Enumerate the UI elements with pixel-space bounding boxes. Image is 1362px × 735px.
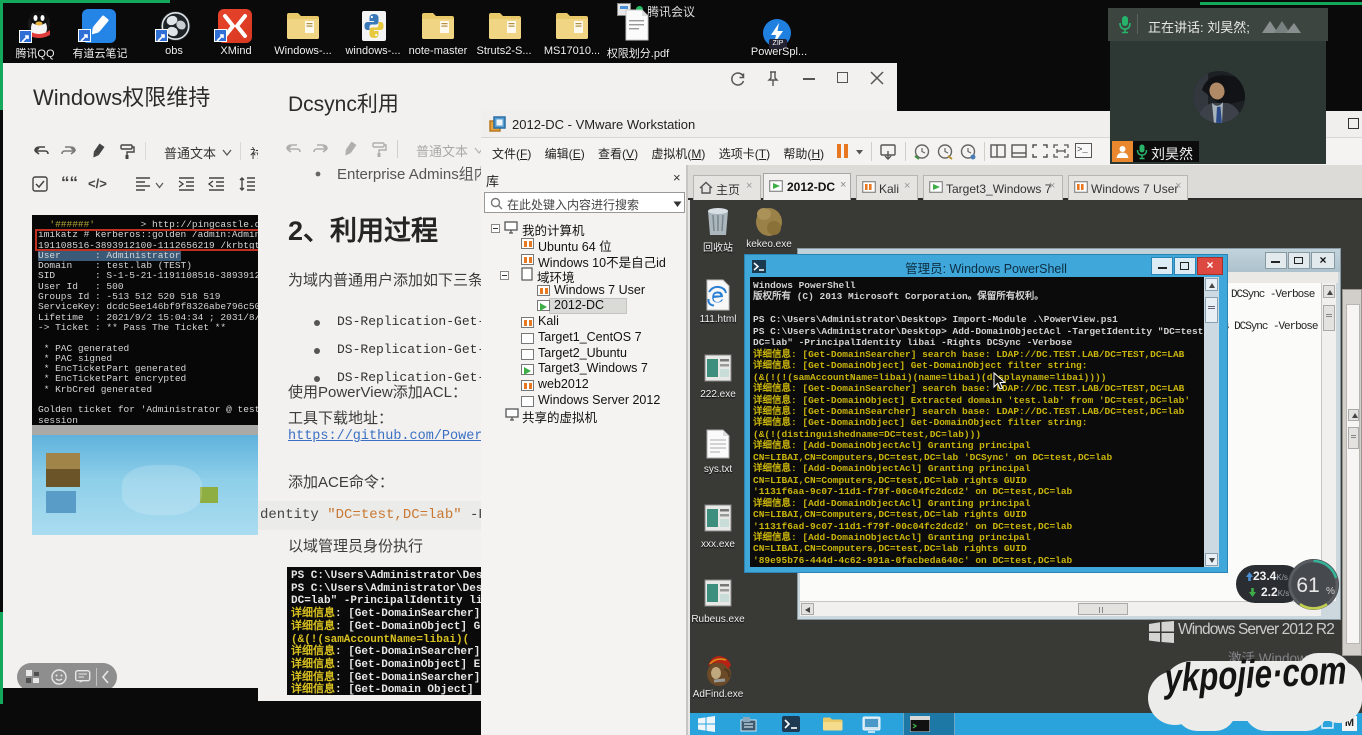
svg-text:61: 61 (1296, 574, 1319, 597)
svg-text:%: % (1326, 586, 1335, 597)
